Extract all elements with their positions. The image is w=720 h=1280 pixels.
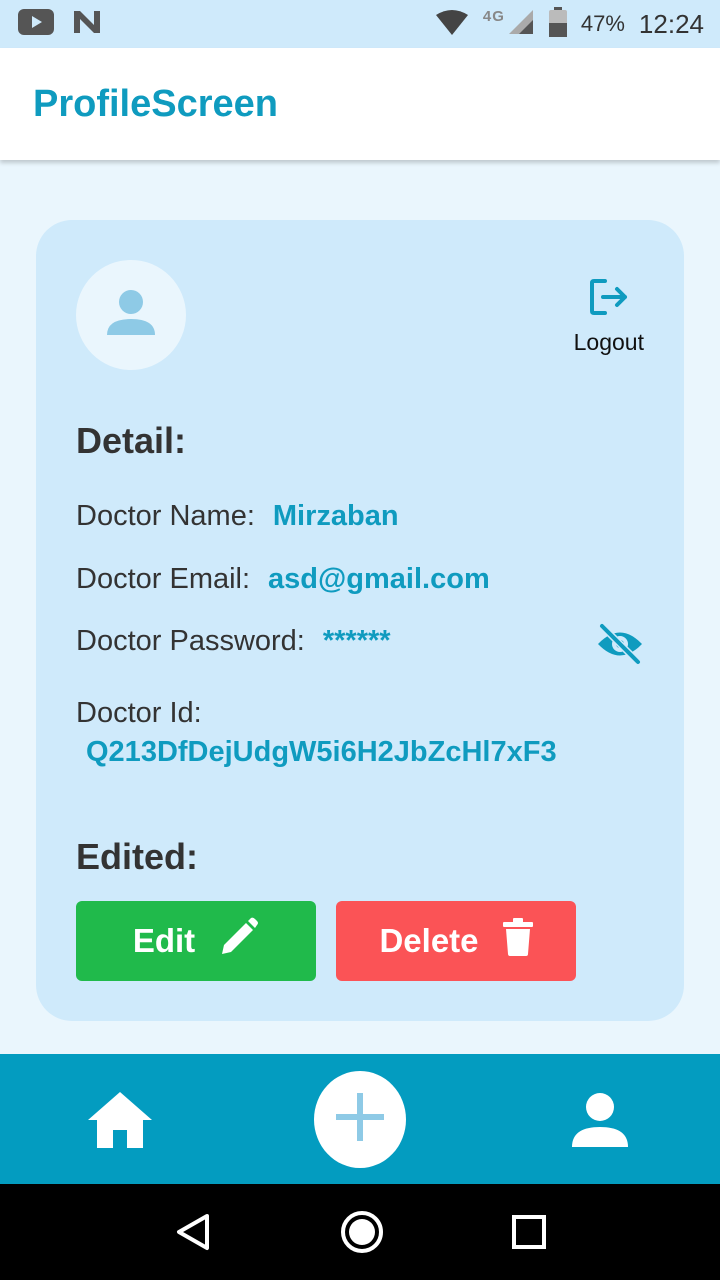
avatar — [76, 260, 186, 370]
profile-card: Logout Detail: Doctor Name: Mirzaban Doc… — [36, 220, 684, 1021]
edit-button[interactable]: Edit — [76, 901, 316, 981]
doctor-password-row: Doctor Password: ****** — [76, 625, 391, 658]
doctor-password-label: Doctor Password: — [76, 625, 305, 657]
user-icon — [106, 289, 156, 342]
doctor-email-value: asd@gmail.com — [268, 563, 490, 595]
battery-icon — [548, 6, 567, 42]
delete-button-label: Delete — [379, 922, 479, 959]
doctor-id-label: Doctor Id: — [76, 697, 202, 729]
status-bar-right: 4G 47% 12:24 — [435, 6, 704, 42]
add-button[interactable] — [314, 1071, 406, 1168]
logout-icon — [589, 278, 629, 321]
network-type: 4G — [482, 7, 505, 25]
app-bar: ProfileScreen — [0, 48, 720, 160]
doctor-name-row: Doctor Name: Mirzaban — [76, 500, 399, 533]
back-icon[interactable] — [173, 1212, 213, 1252]
trash-icon — [502, 918, 533, 964]
battery-percent: 47% — [580, 11, 625, 36]
doctor-email-row: Doctor Email: asd@gmail.com — [76, 563, 490, 596]
delete-button[interactable]: Delete — [336, 901, 576, 981]
status-bar-left — [18, 8, 102, 40]
edit-button-label: Edit — [132, 922, 196, 959]
system-nav-bar — [0, 1184, 720, 1280]
add-icon — [336, 1093, 384, 1146]
page-title: ProfileScreen — [33, 82, 278, 125]
youtube-icon — [18, 8, 54, 40]
home-circle-icon[interactable] — [340, 1210, 384, 1254]
doctor-id-value: Q213DfDejUdgW5i6H2JbZcHl7xF3 — [86, 736, 557, 768]
home-icon[interactable] — [86, 1090, 154, 1155]
n-notification-icon — [72, 9, 102, 40]
pencil-icon — [219, 917, 259, 965]
status-bar: 4G 47% 12:24 — [0, 0, 720, 48]
detail-title: Detail: — [76, 420, 187, 461]
edited-title: Edited: — [76, 836, 198, 877]
recents-icon[interactable] — [511, 1214, 547, 1250]
signal-icon — [508, 9, 535, 39]
visibility-off-icon[interactable] — [596, 623, 644, 670]
doctor-email-label: Doctor Email: — [76, 563, 251, 595]
logout-button[interactable]: Logout — [574, 278, 644, 356]
bottom-nav — [0, 1054, 720, 1184]
profile-icon[interactable] — [570, 1092, 630, 1153]
doctor-id-row: Doctor Id: — [76, 697, 202, 730]
logout-label: Logout — [573, 329, 644, 355]
clock: 12:24 — [638, 8, 704, 39]
wifi-icon — [435, 9, 469, 40]
doctor-name-value: Mirzaban — [272, 500, 399, 532]
doctor-password-value: ****** — [322, 625, 391, 657]
doctor-name-label: Doctor Name: — [76, 500, 255, 532]
